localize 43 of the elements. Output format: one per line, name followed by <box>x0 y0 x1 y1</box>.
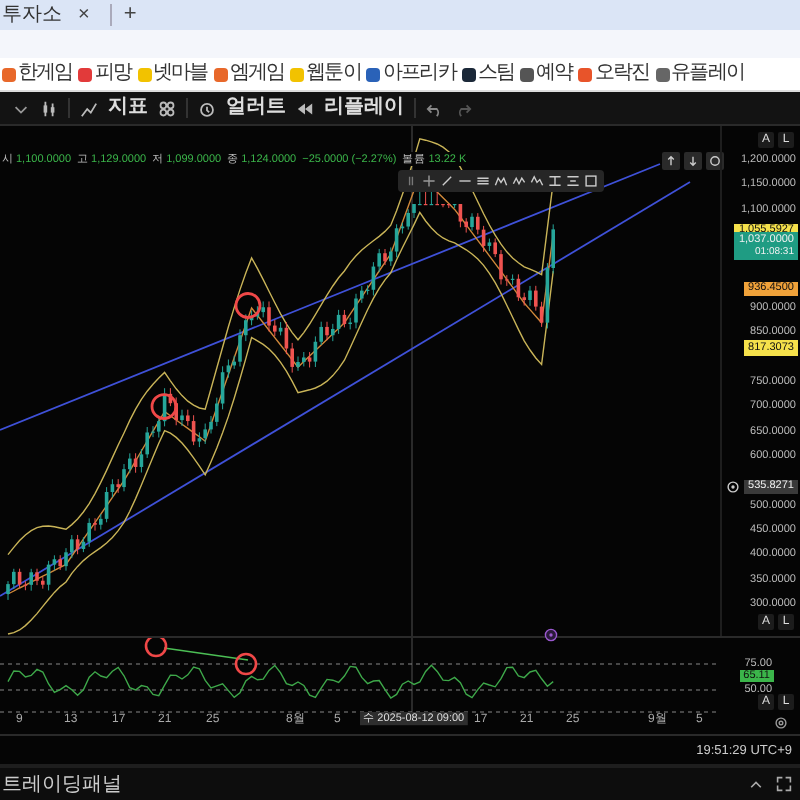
parallel-lines-icon[interactable] <box>476 174 490 188</box>
circle-marker <box>150 393 178 420</box>
divergence-line <box>163 647 249 661</box>
bookmark-link[interactable]: 아프리카 <box>382 62 456 86</box>
settings-icon[interactable] <box>774 716 788 730</box>
marker-pin-icon <box>544 628 558 642</box>
rectangle-icon[interactable] <box>584 174 598 188</box>
close-tab-button[interactable]: × <box>78 5 90 25</box>
bookmark-link[interactable]: 한게임 <box>18 62 73 86</box>
bookmark-link[interactable]: 스팀 <box>477 62 515 86</box>
arrow-up-icon[interactable] <box>662 152 680 170</box>
crosshair-icon[interactable] <box>422 174 436 188</box>
arrow-down-icon[interactable] <box>684 152 702 170</box>
bookmark-link[interactable]: 웹툰이 <box>306 62 361 86</box>
drag-handle-icon[interactable] <box>404 174 418 188</box>
new-tab-button[interactable]: + <box>109 4 137 26</box>
bookmark-link[interactable]: 유플레이 <box>671 62 744 86</box>
alarm-clock-icon[interactable] <box>198 99 216 117</box>
replay-button[interactable]: 리플레이 <box>324 96 404 120</box>
bookmark-link[interactable]: 오락진 <box>594 62 650 86</box>
bookmark-link[interactable]: 예약 <box>536 62 573 86</box>
candlestick-icon[interactable] <box>40 99 58 117</box>
browser-tab[interactable]: 투자소 <box>2 2 62 28</box>
chevron-up-icon[interactable] <box>748 776 764 792</box>
redo-icon[interactable] <box>454 99 472 117</box>
bookmark-link[interactable]: 피망 <box>94 62 132 86</box>
circle-marker <box>234 292 262 319</box>
circle-marker <box>234 652 258 676</box>
bookmark-link[interactable]: 넷마블 <box>153 62 208 86</box>
horizontal-line-icon[interactable] <box>458 174 472 188</box>
undo-icon[interactable] <box>426 99 444 117</box>
pattern-icon[interactable] <box>494 174 508 188</box>
line-tool-icon[interactable] <box>440 174 454 188</box>
range-icon[interactable] <box>548 174 562 188</box>
chart-icon[interactable] <box>80 99 98 117</box>
range-icon[interactable] <box>566 174 580 188</box>
bookmark-link[interactable]: 엠게임 <box>229 62 285 86</box>
rewind-icon[interactable] <box>296 99 314 117</box>
indicators-button[interactable]: 지표 <box>108 96 148 120</box>
expand-icon[interactable] <box>776 776 792 792</box>
alert-button[interactable]: 얼러트 <box>226 96 286 120</box>
grid-icon[interactable] <box>158 99 176 117</box>
target-icon <box>726 479 741 494</box>
